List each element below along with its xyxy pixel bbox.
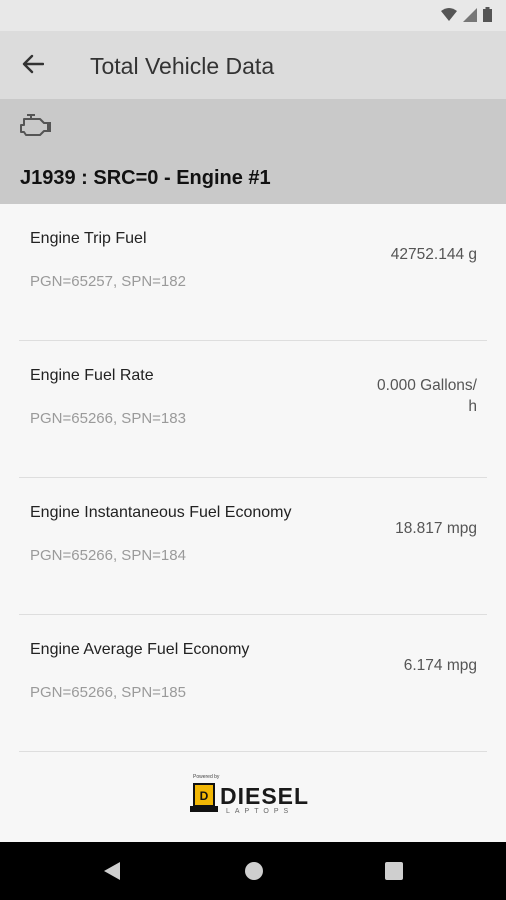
- list-item[interactable]: Engine Fuel Rate PGN=65266, SPN=183 0.00…: [19, 341, 487, 478]
- system-nav-bar: [0, 842, 506, 900]
- item-name: Engine Fuel Rate: [30, 367, 154, 384]
- footer-logo-area: Powered by D DIESEL LAPTOPS: [0, 752, 506, 842]
- item-name: Engine Average Fuel Economy: [30, 641, 250, 658]
- diesel-laptops-logo: Powered by D DIESEL LAPTOPS: [190, 774, 320, 824]
- logo-powered-by: Powered by: [193, 774, 220, 780]
- wifi-icon: [441, 7, 457, 27]
- list-item[interactable]: Engine Instantaneous Fuel Economy PGN=65…: [19, 478, 487, 615]
- item-name: Engine Instantaneous Fuel Economy: [30, 504, 292, 521]
- recents-square-icon[interactable]: [382, 859, 406, 883]
- arrow-left-icon: [22, 54, 45, 79]
- back-button[interactable]: [16, 49, 50, 83]
- back-triangle-icon[interactable]: [100, 859, 124, 883]
- engine-icon: [18, 111, 52, 144]
- home-circle-icon[interactable]: [242, 859, 266, 883]
- item-pgn-spn: PGN=65266, SPN=184: [30, 547, 186, 564]
- item-value: 6.174 mpg: [403, 657, 477, 674]
- list-item[interactable]: Engine Average Fuel Economy PGN=65266, S…: [19, 615, 487, 752]
- item-value: 18.817 mpg: [395, 520, 477, 537]
- item-pgn-spn: PGN=65257, SPN=182: [30, 273, 186, 290]
- item-value: 0.000 Gallons/ h: [377, 377, 477, 415]
- vehicle-data-list: Engine Trip Fuel PGN=65257, SPN=182 4275…: [0, 204, 506, 752]
- item-pgn-spn: PGN=65266, SPN=183: [30, 410, 186, 427]
- app-bar: Total Vehicle Data: [0, 31, 506, 99]
- item-pgn-spn: PGN=65266, SPN=185: [30, 684, 186, 701]
- logo-subtitle: LAPTOPS: [226, 808, 294, 815]
- status-bar: [0, 0, 506, 31]
- item-value: 42752.144 g: [390, 246, 477, 263]
- status-icons: [441, 7, 492, 27]
- signal-icon: [463, 7, 477, 27]
- page-title: Total Vehicle Data: [90, 53, 275, 79]
- engine-section-header: J1939 : SRC=0 - Engine #1: [0, 99, 506, 204]
- engine-title: J1939 : SRC=0 - Engine #1: [20, 167, 271, 189]
- logo-mark-icon: D: [190, 782, 218, 819]
- logo-word: DIESEL: [220, 783, 310, 809]
- list-item[interactable]: Engine Trip Fuel PGN=65257, SPN=182 4275…: [19, 204, 487, 341]
- battery-icon: [483, 7, 492, 27]
- svg-text:D: D: [200, 789, 209, 803]
- item-name: Engine Trip Fuel: [30, 230, 147, 247]
